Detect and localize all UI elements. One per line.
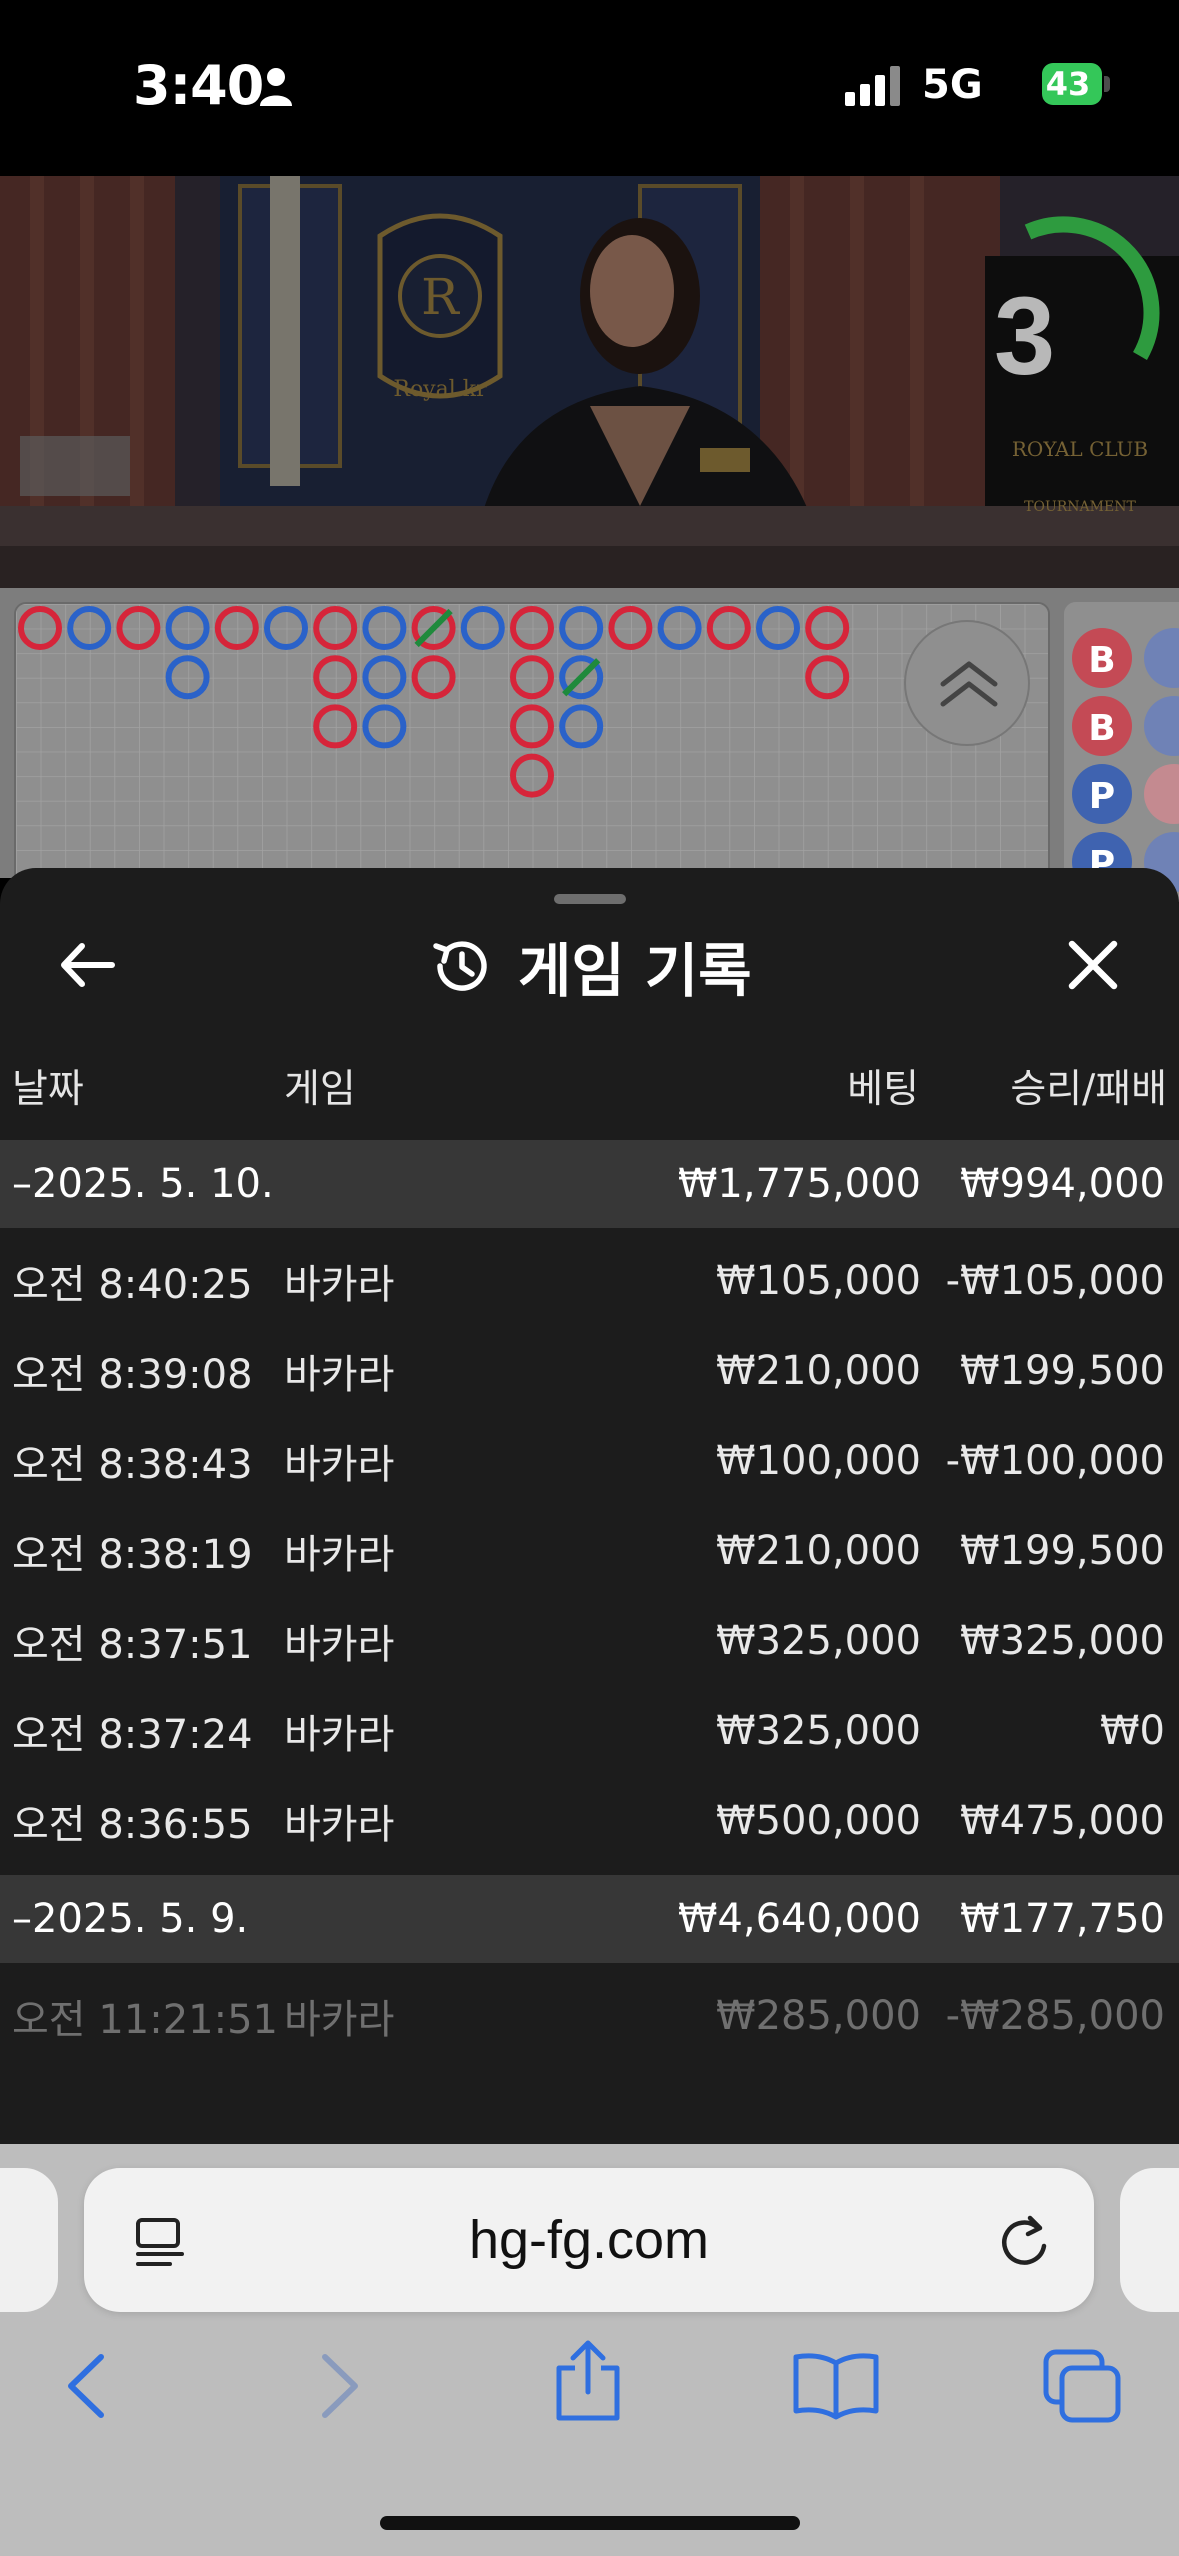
- cell-game: 바카라: [284, 1802, 395, 1848]
- address-bar[interactable]: hg-fg.com: [84, 2168, 1094, 2312]
- cell-bet: ₩1,775,000: [677, 1161, 921, 1207]
- column-header-win-loss[interactable]: 승리/패배: [1010, 1058, 1167, 1114]
- column-header-bet[interactable]: 베팅: [847, 1058, 919, 1114]
- table-row[interactable]: 오전 11:21:51 바카라 ₩285,000 -₩285,000: [0, 1972, 1179, 2060]
- back-button[interactable]: [36, 2336, 136, 2436]
- bookmarks-button[interactable]: [786, 2336, 886, 2436]
- expand-roadmap-button[interactable]: [904, 620, 1030, 746]
- cell-date: 오전 8:37:51: [12, 1622, 253, 1668]
- table-row[interactable]: 오전 8:38:19 바카라 ₩210,000 ₩199,500: [0, 1507, 1179, 1595]
- cell-bet: ₩100,000: [716, 1438, 921, 1484]
- countdown-timer: 3: [994, 275, 1056, 398]
- browser-toolbar: [0, 2300, 1179, 2480]
- cell-bet: ₩325,000: [716, 1708, 921, 1754]
- cell-date: 오전 8:38:43: [12, 1442, 253, 1488]
- table-header: 날짜 게임 베팅 승리/패배: [0, 1058, 1179, 1128]
- bead-label: B: [1088, 640, 1115, 681]
- cell-bet: ₩210,000: [716, 1528, 921, 1574]
- table-row[interactable]: 오전 8:37:24 바카라 ₩325,000 ₩0: [0, 1687, 1179, 1775]
- book-icon: [793, 2353, 879, 2420]
- double-chevron-up-icon: [940, 661, 998, 707]
- sheet-title: 게임 기록: [518, 937, 752, 1005]
- reload-icon[interactable]: [994, 2212, 1054, 2272]
- cell-win-loss: ₩475,000: [960, 1798, 1165, 1844]
- date-group-row[interactable]: –2025. 5. 10. ₩1,775,000 ₩994,000: [0, 1140, 1179, 1228]
- cell-bet: ₩325,000: [716, 1618, 921, 1664]
- cell-game: 바카라: [284, 1712, 395, 1758]
- chevron-left-icon: [68, 2354, 104, 2418]
- chevron-right-icon: [322, 2354, 358, 2418]
- cell-win-loss: ₩325,000: [960, 1618, 1165, 1664]
- table-row[interactable]: 오전 8:38:43 바카라 ₩100,000 -₩100,000: [0, 1417, 1179, 1505]
- cell-bet: ₩210,000: [716, 1348, 921, 1394]
- bead-road-column: B B P P: [1064, 602, 1179, 902]
- cell-game: 바카라: [284, 1442, 395, 1488]
- bead-label: B: [1088, 708, 1115, 749]
- home-indicator[interactable]: [380, 2516, 800, 2530]
- table-row[interactable]: 오전 8:37:51 바카라 ₩325,000 ₩325,000: [0, 1597, 1179, 1685]
- big-road-board: [16, 604, 1048, 900]
- next-tab-preview[interactable]: [1120, 2168, 1179, 2312]
- column-header-game[interactable]: 게임: [284, 1058, 356, 1114]
- live-dealer-video: R Royal.kr ROYAL CLUB TOURNAMENT 3: [0, 176, 1179, 588]
- cell-win-loss: ₩199,500: [960, 1348, 1165, 1394]
- table-row[interactable]: 오전 8:39:08 바카라 ₩210,000 ₩199,500: [0, 1327, 1179, 1415]
- big-road-grid: [14, 602, 1050, 902]
- tabs-icon: [1043, 2349, 1121, 2423]
- previous-tab-preview[interactable]: [0, 2168, 58, 2312]
- forward-button[interactable]: [290, 2336, 390, 2436]
- cell-date: 오전 11:21:51: [12, 1997, 278, 2043]
- cell-date: 오전 8:38:19: [12, 1532, 253, 1578]
- tabs-button[interactable]: [1032, 2336, 1132, 2436]
- battery-indicator: 43: [1042, 63, 1102, 105]
- table-row[interactable]: 오전 8:40:25 바카라 ₩105,000 -₩105,000: [0, 1237, 1179, 1325]
- column-header-date[interactable]: 날짜: [12, 1058, 84, 1114]
- signal-icon: [845, 66, 900, 106]
- cell-win-loss: -₩105,000: [945, 1258, 1165, 1304]
- cell-date: 오전 8:40:25: [12, 1262, 253, 1308]
- cell-date: –2025. 5. 9.: [12, 1896, 249, 1942]
- url-text[interactable]: hg-fg.com: [84, 2168, 1094, 2312]
- share-icon: [556, 2340, 620, 2421]
- status-time: 3:40: [133, 54, 264, 117]
- date-group-row[interactable]: –2025. 5. 9. ₩4,640,000 ₩177,750: [0, 1875, 1179, 1963]
- cell-date: 오전 8:36:55: [12, 1802, 253, 1848]
- back-arrow-icon[interactable]: [52, 930, 122, 1000]
- table-row[interactable]: 오전 8:36:55 바카라 ₩500,000 ₩475,000: [0, 1777, 1179, 1865]
- close-icon[interactable]: [1058, 930, 1128, 1000]
- cell-date: 오전 8:37:24: [12, 1712, 253, 1758]
- cell-game: 바카라: [284, 1262, 395, 1308]
- cell-win-loss: ₩177,750: [960, 1896, 1165, 1942]
- cell-game: 바카라: [284, 1532, 395, 1578]
- history-icon: [433, 941, 487, 991]
- cell-game: 바카라: [284, 1352, 395, 1398]
- bead-road: B B P P: [1064, 602, 1179, 902]
- sheet-header: 게임 기록: [430, 928, 752, 1005]
- share-button[interactable]: [538, 2330, 638, 2430]
- cell-bet: ₩105,000: [716, 1258, 921, 1304]
- cell-win-loss: -₩285,000: [945, 1993, 1165, 2039]
- cell-bet: ₩4,640,000: [677, 1896, 921, 1942]
- bead-label: P: [1089, 776, 1115, 817]
- cell-win-loss: -₩100,000: [945, 1438, 1165, 1484]
- network-type: 5G: [922, 62, 983, 108]
- cell-date: –2025. 5. 10.: [12, 1161, 274, 1207]
- cell-win-loss: ₩994,000: [960, 1161, 1165, 1207]
- battery-level: 43: [1045, 65, 1091, 103]
- cell-game: 바카라: [284, 1622, 395, 1668]
- cell-game: 바카라: [284, 1997, 395, 2043]
- battery-tip: [1104, 76, 1110, 92]
- person-icon: [260, 68, 292, 106]
- cell-win-loss: ₩0: [1100, 1708, 1165, 1754]
- cell-bet: ₩285,000: [716, 1993, 921, 2039]
- status-bar: 3:40 5G 43: [0, 0, 1179, 176]
- sheet-grabber[interactable]: [554, 894, 626, 904]
- cell-bet: ₩500,000: [716, 1798, 921, 1844]
- game-history-sheet: 게임 기록 날짜 게임 베팅 승리/패배 –2025. 5. 10. ₩1,775…: [0, 868, 1179, 2144]
- cell-win-loss: ₩199,500: [960, 1528, 1165, 1574]
- cell-date: 오전 8:39:08: [12, 1352, 253, 1398]
